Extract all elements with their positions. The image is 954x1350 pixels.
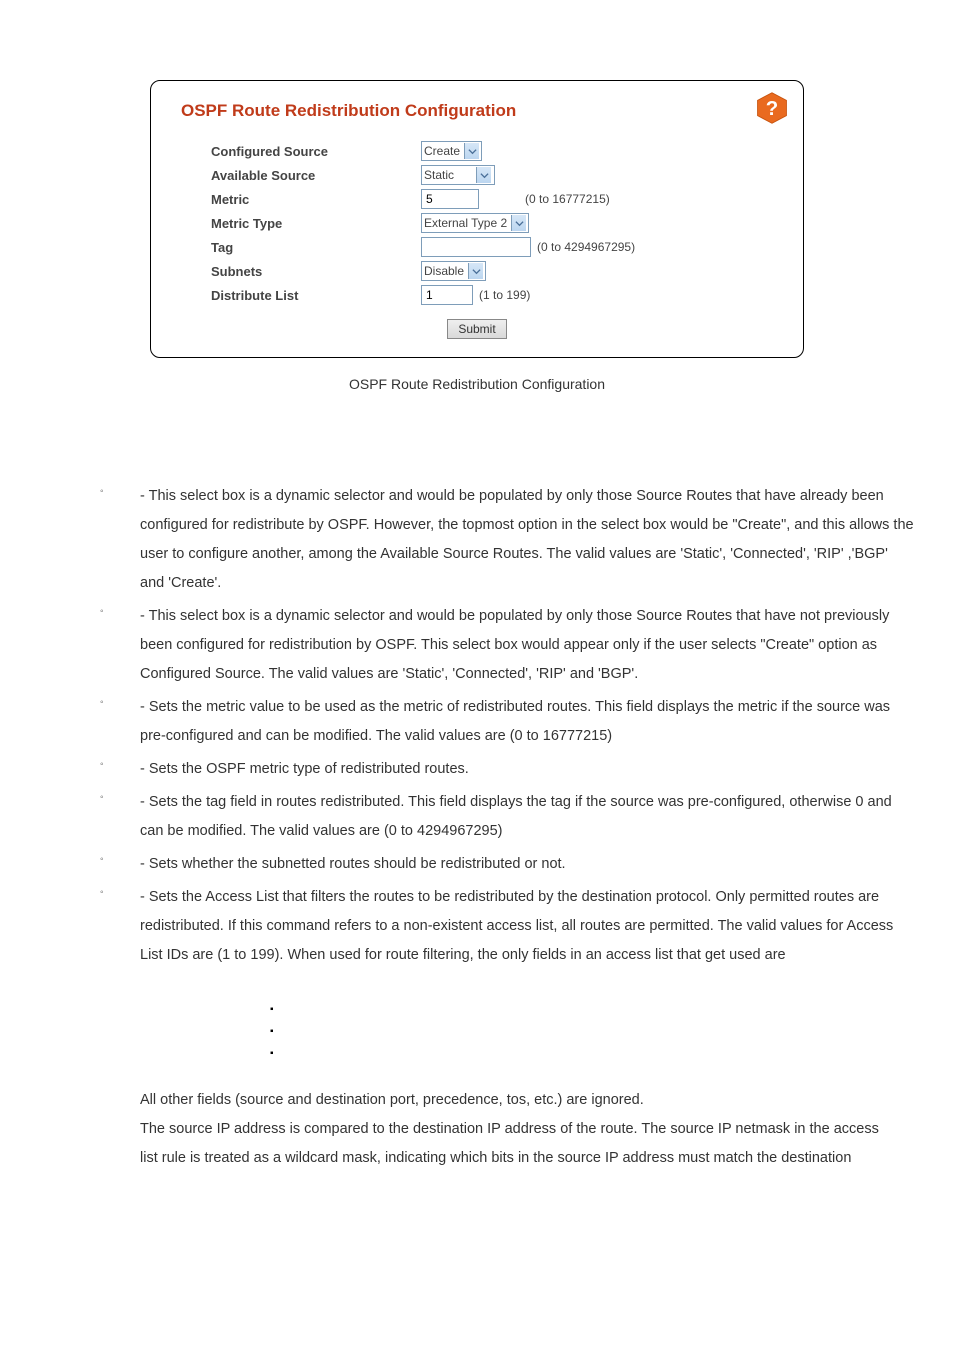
- inner-bullet-3: [270, 1044, 914, 1066]
- label-metric-type: Metric Type: [211, 216, 411, 231]
- subnets-select[interactable]: Disable: [421, 261, 486, 281]
- desc-distribute-list: - Sets the Access List that filters the …: [100, 883, 914, 1066]
- inner-bullet-1: [270, 1000, 914, 1022]
- panel-title: OSPF Route Redistribution Configuration: [181, 101, 773, 121]
- desc-metric-type: - Sets the OSPF metric type of redistrib…: [100, 755, 914, 784]
- svg-text:?: ?: [766, 98, 778, 120]
- desc-metric: - Sets the metric value to be used as th…: [100, 693, 914, 751]
- label-configured-source: Configured Source: [211, 144, 411, 159]
- metric-input[interactable]: [421, 189, 479, 209]
- metric-type-select[interactable]: External Type 2: [421, 213, 529, 233]
- help-icon[interactable]: ?: [755, 91, 789, 125]
- tag-input[interactable]: [421, 237, 531, 257]
- chevron-down-icon: [511, 215, 526, 231]
- label-metric: Metric: [211, 192, 411, 207]
- desc-available-source: - This select box is a dynamic selector …: [100, 602, 914, 689]
- distribute-list-input[interactable]: [421, 285, 473, 305]
- desc-configured-source: - This select box is a dynamic selector …: [100, 482, 914, 598]
- desc-tag: - Sets the tag field in routes redistrib…: [100, 788, 914, 846]
- figure-caption: OSPF Route Redistribution Configuration: [150, 376, 804, 392]
- desc-subnets: - Sets whether the subnetted routes shou…: [100, 850, 914, 879]
- label-subnets: Subnets: [211, 264, 411, 279]
- available-source-select[interactable]: Static: [421, 165, 495, 185]
- tail-paragraph-2: The source IP address is compared to the…: [140, 1115, 894, 1173]
- available-source-value: Static: [424, 168, 472, 182]
- configured-source-value: Create: [424, 144, 460, 158]
- distribute-list-hint: (1 to 199): [479, 288, 530, 302]
- chevron-down-icon: [476, 167, 491, 183]
- label-available-source: Available Source: [211, 168, 411, 183]
- inner-bullet-2: [270, 1022, 914, 1044]
- description-section: - This select box is a dynamic selector …: [40, 482, 914, 1173]
- config-panel: ? OSPF Route Redistribution Configuratio…: [150, 80, 804, 358]
- metric-type-value: External Type 2: [424, 216, 507, 230]
- metric-hint: (0 to 16777215): [525, 192, 610, 206]
- label-tag: Tag: [211, 240, 411, 255]
- chevron-down-icon: [468, 263, 483, 279]
- subnets-value: Disable: [424, 264, 464, 278]
- configured-source-select[interactable]: Create: [421, 141, 482, 161]
- chevron-down-icon: [464, 143, 479, 159]
- desc-distribute-list-text: - Sets the Access List that filters the …: [140, 889, 893, 963]
- tail-paragraph-1: All other fields (source and destination…: [140, 1086, 894, 1115]
- label-distribute-list: Distribute List: [211, 288, 411, 303]
- tag-hint: (0 to 4294967295): [537, 240, 635, 254]
- submit-button[interactable]: Submit: [447, 319, 506, 339]
